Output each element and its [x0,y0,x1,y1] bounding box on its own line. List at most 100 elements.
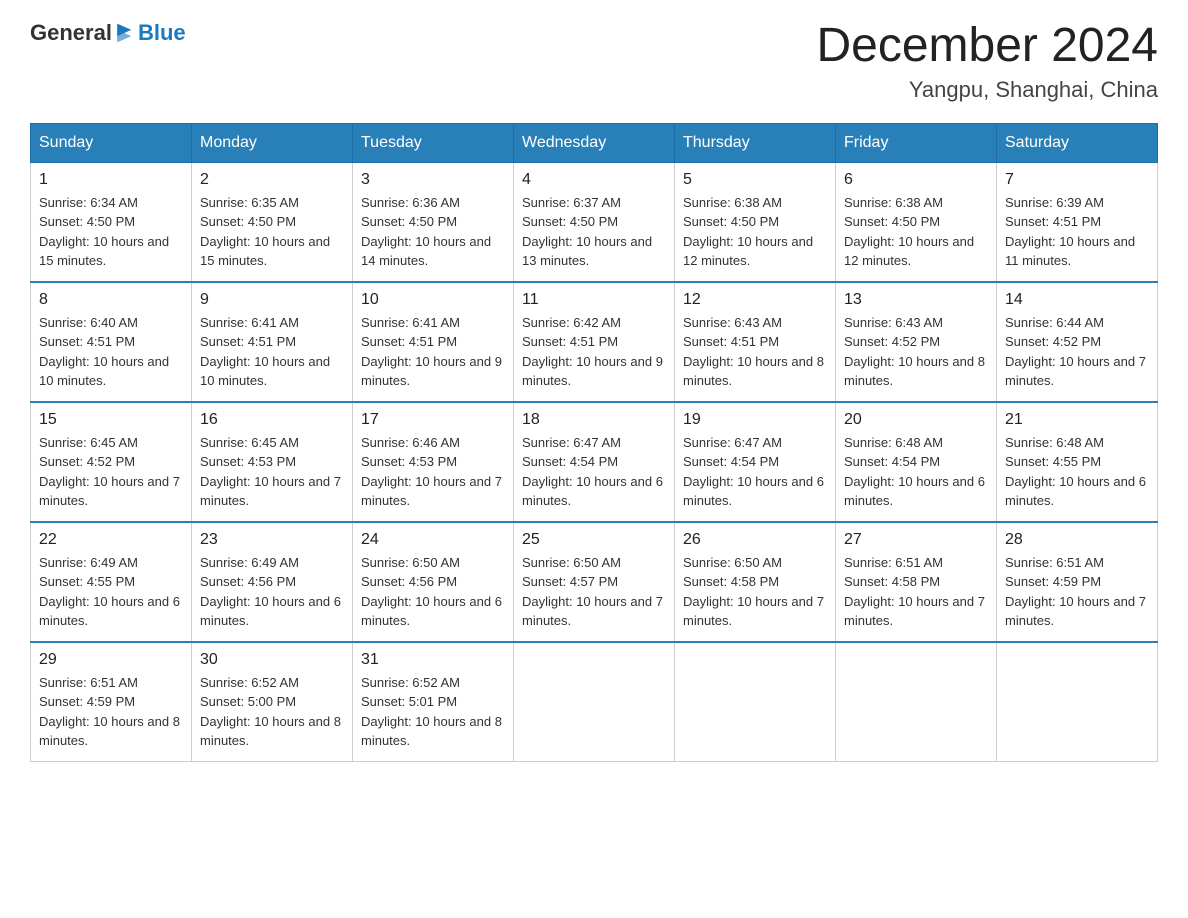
sunset-label: Sunset: 4:51 PM [683,334,779,349]
daylight-label: Daylight: 10 hours and 7 minutes. [683,594,824,629]
calendar-week-row: 15 Sunrise: 6:45 AM Sunset: 4:52 PM Dayl… [31,402,1158,522]
calendar-cell: 9 Sunrise: 6:41 AM Sunset: 4:51 PM Dayli… [192,282,353,402]
day-number: 20 [844,411,988,429]
calendar-cell [836,642,997,762]
sunset-label: Sunset: 4:57 PM [522,574,618,589]
daylight-label: Daylight: 10 hours and 13 minutes. [522,234,652,269]
day-info: Sunrise: 6:49 AM Sunset: 4:56 PM Dayligh… [200,553,344,631]
day-number: 21 [1005,411,1149,429]
sunrise-label: Sunrise: 6:41 AM [200,315,299,330]
calendar-cell: 16 Sunrise: 6:45 AM Sunset: 4:53 PM Dayl… [192,402,353,522]
day-info: Sunrise: 6:52 AM Sunset: 5:01 PM Dayligh… [361,673,505,751]
calendar-cell: 21 Sunrise: 6:48 AM Sunset: 4:55 PM Dayl… [997,402,1158,522]
sunset-label: Sunset: 4:53 PM [361,454,457,469]
daylight-label: Daylight: 10 hours and 8 minutes. [200,714,341,749]
day-info: Sunrise: 6:36 AM Sunset: 4:50 PM Dayligh… [361,193,505,271]
calendar-cell: 19 Sunrise: 6:47 AM Sunset: 4:54 PM Dayl… [675,402,836,522]
sunset-label: Sunset: 4:56 PM [361,574,457,589]
sunrise-label: Sunrise: 6:47 AM [683,435,782,450]
day-number: 9 [200,291,344,309]
sunset-label: Sunset: 4:59 PM [1005,574,1101,589]
daylight-label: Daylight: 10 hours and 6 minutes. [522,474,663,509]
day-info: Sunrise: 6:49 AM Sunset: 4:55 PM Dayligh… [39,553,183,631]
day-number: 15 [39,411,183,429]
daylight-label: Daylight: 10 hours and 12 minutes. [683,234,813,269]
daylight-label: Daylight: 10 hours and 7 minutes. [522,594,663,629]
day-info: Sunrise: 6:51 AM Sunset: 4:59 PM Dayligh… [1005,553,1149,631]
calendar-cell: 14 Sunrise: 6:44 AM Sunset: 4:52 PM Dayl… [997,282,1158,402]
sunrise-label: Sunrise: 6:50 AM [361,555,460,570]
day-info: Sunrise: 6:41 AM Sunset: 4:51 PM Dayligh… [361,313,505,391]
day-number: 14 [1005,291,1149,309]
sunrise-label: Sunrise: 6:51 AM [39,675,138,690]
col-saturday: Saturday [997,123,1158,162]
sunrise-label: Sunrise: 6:50 AM [683,555,782,570]
day-number: 10 [361,291,505,309]
day-number: 24 [361,531,505,549]
day-info: Sunrise: 6:48 AM Sunset: 4:55 PM Dayligh… [1005,433,1149,511]
sunset-label: Sunset: 4:54 PM [683,454,779,469]
logo-flag-icon [114,22,136,44]
day-info: Sunrise: 6:45 AM Sunset: 4:53 PM Dayligh… [200,433,344,511]
daylight-label: Daylight: 10 hours and 12 minutes. [844,234,974,269]
sunset-label: Sunset: 4:50 PM [39,214,135,229]
day-info: Sunrise: 6:43 AM Sunset: 4:52 PM Dayligh… [844,313,988,391]
location-title: Yangpu, Shanghai, China [816,77,1158,103]
calendar-cell: 12 Sunrise: 6:43 AM Sunset: 4:51 PM Dayl… [675,282,836,402]
calendar-cell: 4 Sunrise: 6:37 AM Sunset: 4:50 PM Dayli… [514,162,675,282]
day-number: 8 [39,291,183,309]
sunset-label: Sunset: 4:54 PM [522,454,618,469]
month-title: December 2024 [816,20,1158,73]
sunrise-label: Sunrise: 6:38 AM [844,195,943,210]
day-number: 22 [39,531,183,549]
calendar-cell: 6 Sunrise: 6:38 AM Sunset: 4:50 PM Dayli… [836,162,997,282]
calendar-cell: 22 Sunrise: 6:49 AM Sunset: 4:55 PM Dayl… [31,522,192,642]
sunset-label: Sunset: 4:58 PM [683,574,779,589]
day-info: Sunrise: 6:52 AM Sunset: 5:00 PM Dayligh… [200,673,344,751]
day-info: Sunrise: 6:38 AM Sunset: 4:50 PM Dayligh… [844,193,988,271]
sunrise-label: Sunrise: 6:35 AM [200,195,299,210]
calendar-cell: 20 Sunrise: 6:48 AM Sunset: 4:54 PM Dayl… [836,402,997,522]
daylight-label: Daylight: 10 hours and 6 minutes. [683,474,824,509]
title-block: December 2024 Yangpu, Shanghai, China [816,20,1158,103]
sunrise-label: Sunrise: 6:52 AM [200,675,299,690]
day-number: 12 [683,291,827,309]
daylight-label: Daylight: 10 hours and 7 minutes. [361,474,502,509]
daylight-label: Daylight: 10 hours and 6 minutes. [1005,474,1146,509]
day-number: 3 [361,171,505,189]
sunrise-label: Sunrise: 6:45 AM [200,435,299,450]
day-info: Sunrise: 6:51 AM Sunset: 4:58 PM Dayligh… [844,553,988,631]
day-number: 13 [844,291,988,309]
daylight-label: Daylight: 10 hours and 9 minutes. [522,354,663,389]
day-number: 31 [361,651,505,669]
calendar-cell [514,642,675,762]
sunrise-label: Sunrise: 6:51 AM [844,555,943,570]
calendar-cell: 10 Sunrise: 6:41 AM Sunset: 4:51 PM Dayl… [353,282,514,402]
sunset-label: Sunset: 4:51 PM [361,334,457,349]
col-tuesday: Tuesday [353,123,514,162]
calendar-cell: 29 Sunrise: 6:51 AM Sunset: 4:59 PM Dayl… [31,642,192,762]
sunset-label: Sunset: 4:50 PM [844,214,940,229]
sunrise-label: Sunrise: 6:52 AM [361,675,460,690]
calendar-cell: 3 Sunrise: 6:36 AM Sunset: 4:50 PM Dayli… [353,162,514,282]
col-sunday: Sunday [31,123,192,162]
calendar-cell: 18 Sunrise: 6:47 AM Sunset: 4:54 PM Dayl… [514,402,675,522]
sunset-label: Sunset: 4:52 PM [1005,334,1101,349]
day-info: Sunrise: 6:40 AM Sunset: 4:51 PM Dayligh… [39,313,183,391]
sunrise-label: Sunrise: 6:50 AM [522,555,621,570]
daylight-label: Daylight: 10 hours and 7 minutes. [844,594,985,629]
day-info: Sunrise: 6:39 AM Sunset: 4:51 PM Dayligh… [1005,193,1149,271]
logo: General Blue [30,20,186,46]
sunrise-label: Sunrise: 6:39 AM [1005,195,1104,210]
calendar-cell: 1 Sunrise: 6:34 AM Sunset: 4:50 PM Dayli… [31,162,192,282]
logo-blue-text: Blue [138,20,186,46]
calendar-cell: 15 Sunrise: 6:45 AM Sunset: 4:52 PM Dayl… [31,402,192,522]
calendar-cell: 5 Sunrise: 6:38 AM Sunset: 4:50 PM Dayli… [675,162,836,282]
sunset-label: Sunset: 5:01 PM [361,694,457,709]
sunset-label: Sunset: 4:50 PM [683,214,779,229]
sunrise-label: Sunrise: 6:45 AM [39,435,138,450]
calendar-cell [997,642,1158,762]
day-info: Sunrise: 6:50 AM Sunset: 4:58 PM Dayligh… [683,553,827,631]
day-number: 7 [1005,171,1149,189]
sunset-label: Sunset: 4:50 PM [522,214,618,229]
